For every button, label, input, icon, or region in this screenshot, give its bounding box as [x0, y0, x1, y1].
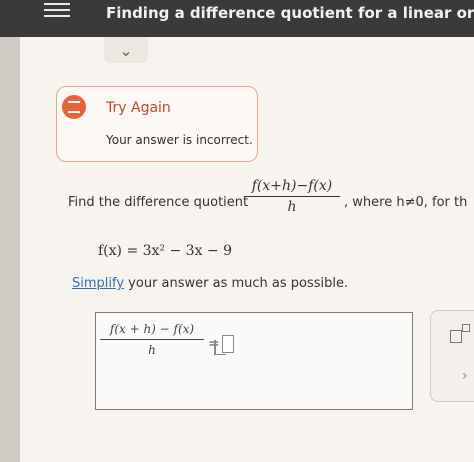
simplify-link[interactable]: Simplify	[72, 276, 124, 291]
question-suffix: , where h≠0, for th	[344, 195, 468, 210]
function-definition: f(x) = 3x² − 3x − 9	[98, 243, 233, 259]
feedback-alert	[56, 86, 258, 162]
exponent-icon[interactable]	[450, 330, 462, 343]
question-prefix: Find the difference quotient	[68, 195, 249, 210]
left-edge	[0, 37, 20, 462]
question-line: Find the difference quotient f(x+h)−f(x)…	[68, 178, 474, 228]
instruction: Simplify your answer as much as possible…	[72, 276, 348, 291]
cursor-icon	[214, 340, 226, 355]
answer-denominator: h	[148, 343, 156, 357]
feedback-icon	[62, 95, 86, 119]
top-bar: Finding a difference quotient for a line…	[0, 0, 474, 37]
alert-title: Try Again	[106, 100, 171, 116]
chevron-right-icon[interactable]: ›	[462, 368, 468, 384]
fraction-denominator: h	[287, 199, 297, 215]
answer-fraction: f(x + h) − f(x) h	[100, 322, 204, 357]
collapse-button[interactable]: ⌄	[104, 37, 148, 63]
alert-message: Your answer is incorrect.	[106, 133, 253, 147]
page-title: Finding a difference quotient for a line…	[106, 4, 474, 22]
question-fraction: f(x+h)−f(x) h	[242, 178, 342, 215]
exponent-superscript-icon	[462, 324, 470, 332]
hamburger-icon[interactable]	[44, 3, 70, 21]
fraction-numerator: f(x+h)−f(x)	[251, 178, 333, 194]
chevron-down-icon: ⌄	[119, 40, 133, 60]
instruction-text: your answer as much as possible.	[124, 276, 349, 291]
answer-numerator: f(x + h) − f(x)	[109, 322, 195, 336]
